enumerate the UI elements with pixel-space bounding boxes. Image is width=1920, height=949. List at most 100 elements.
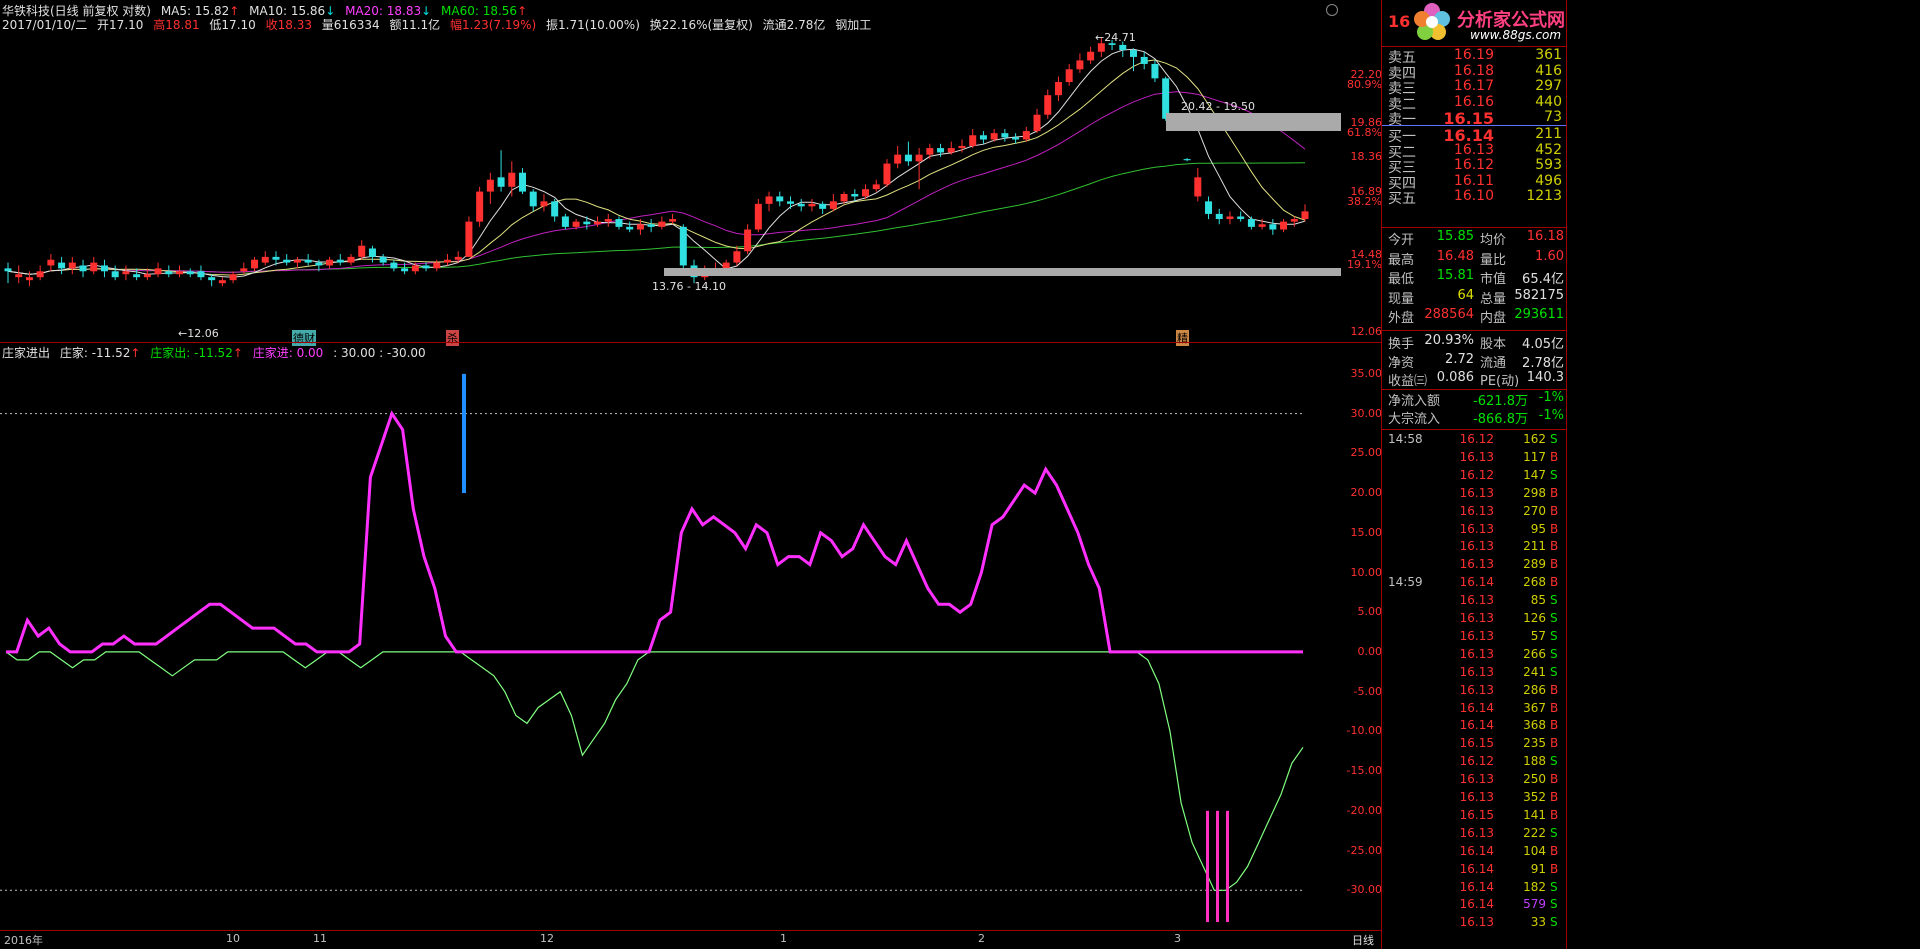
tick-direction: B bbox=[1550, 575, 1559, 590]
tick-row: 16.12 147 S bbox=[1382, 468, 1566, 484]
candle-body bbox=[36, 271, 44, 278]
candle-body bbox=[304, 259, 312, 263]
tick-direction: S bbox=[1550, 754, 1558, 769]
candle-body bbox=[100, 265, 108, 272]
tick-list[interactable]: 14:58 16.12 162 S 16.13 117 B 16.12 147 S 16.13 298… bbox=[1382, 432, 1566, 947]
tick-volume: 298 bbox=[1523, 485, 1546, 500]
candle-body bbox=[1301, 211, 1309, 220]
tick-direction: B bbox=[1550, 539, 1559, 554]
tick-row: 16.13 270 B bbox=[1382, 504, 1566, 520]
candle-body bbox=[379, 256, 387, 263]
candle-body bbox=[1280, 221, 1288, 230]
date-axis: 2016年 10 11 12 1 2 3 日线 bbox=[0, 932, 1381, 949]
tick-price: 16.14 bbox=[1459, 575, 1494, 590]
tick-direction: S bbox=[1550, 432, 1558, 446]
tick-direction: S bbox=[1550, 611, 1558, 625]
stat-row: 净资 2.72 流通 2.78亿 bbox=[1382, 352, 1566, 372]
tick-row: 16.15 141 B bbox=[1382, 808, 1566, 824]
candle-body bbox=[636, 224, 644, 230]
divider bbox=[1382, 227, 1566, 228]
tick-price: 16.13 bbox=[1459, 825, 1494, 840]
candle-body bbox=[519, 172, 527, 192]
candle-body bbox=[1269, 224, 1277, 230]
indicator-axis-label: 15.00 bbox=[1350, 525, 1383, 539]
candle-body bbox=[1215, 213, 1223, 220]
candle-body bbox=[1054, 82, 1062, 96]
stat-key: 今开 bbox=[1388, 233, 1415, 248]
chart-area[interactable]: 华铁科技(日线 前复权 对数) MA5: 15.82↑ MA10: 15.86↓… bbox=[0, 0, 1383, 949]
tick-direction: B bbox=[1550, 790, 1559, 804]
high-label: 24.71 bbox=[1104, 31, 1136, 44]
stat-row: 外盘 288564 内盘 293611 bbox=[1382, 307, 1566, 327]
candle-body bbox=[819, 203, 827, 209]
tick-direction: B bbox=[1550, 449, 1559, 464]
tag-2[interactable]: 杀 bbox=[446, 330, 459, 346]
tick-direction: B bbox=[1550, 682, 1559, 697]
quote-volume: 452 bbox=[1535, 141, 1562, 158]
tick-price: 16.14 bbox=[1459, 861, 1494, 876]
candlestick-chart bbox=[4, 38, 1309, 287]
tick-volume: 211 bbox=[1523, 539, 1546, 554]
date-m1: 1 bbox=[780, 932, 787, 945]
candle-body bbox=[969, 135, 977, 146]
stat-value: 1.60 bbox=[1535, 248, 1564, 264]
tick-volume: 367 bbox=[1523, 700, 1546, 715]
indicator-axis-label: -5.00 bbox=[1353, 684, 1382, 698]
candle-body bbox=[454, 256, 462, 260]
candle-body bbox=[326, 259, 334, 266]
tick-price: 16.13 bbox=[1459, 790, 1494, 804]
tick-row: 16.15 235 B bbox=[1382, 736, 1566, 752]
candle-body bbox=[1033, 114, 1041, 132]
divider bbox=[1382, 330, 1566, 331]
indicator-axis-label: -25.00 bbox=[1346, 843, 1382, 857]
indicator-axis-label: 0.00 bbox=[1357, 644, 1383, 658]
candle-body bbox=[1290, 219, 1298, 222]
ma10-line bbox=[7, 59, 1306, 276]
quote-row[interactable]: 买五 16.10 1213 bbox=[1382, 188, 1566, 209]
stat-value: 2.78亿 bbox=[1522, 355, 1564, 371]
tick-row: 16.13 266 S bbox=[1382, 647, 1566, 663]
tag-3[interactable]: 精 bbox=[1176, 330, 1189, 346]
candle-body bbox=[797, 203, 805, 207]
tick-price: 16.13 bbox=[1459, 915, 1494, 930]
panel-edge bbox=[1566, 0, 1567, 949]
quote-price: 16.19 bbox=[1453, 47, 1494, 63]
candle-body bbox=[594, 221, 602, 225]
candle-body bbox=[647, 224, 655, 227]
tick-volume: 235 bbox=[1523, 736, 1546, 751]
candle-body bbox=[1129, 50, 1137, 57]
tick-row: 16.13 352 B bbox=[1382, 790, 1566, 806]
price-axis-label: 61.8% bbox=[1347, 126, 1382, 139]
divider bbox=[1382, 429, 1566, 430]
stat-key: 最高 bbox=[1388, 252, 1415, 268]
tick-direction: S bbox=[1550, 646, 1558, 661]
tick-volume: 162 bbox=[1523, 432, 1546, 446]
tick-volume: 104 bbox=[1523, 843, 1546, 858]
stat-key: 换手 bbox=[1388, 337, 1415, 352]
tick-row: 16.14 91 B bbox=[1382, 862, 1566, 878]
quote-volume: 211 bbox=[1535, 126, 1562, 142]
quote-price: 16.16 bbox=[1453, 93, 1494, 110]
tick-volume: 289 bbox=[1523, 557, 1546, 572]
period-label[interactable]: 日线 bbox=[1352, 932, 1374, 948]
tick-price: 16.14 bbox=[1459, 879, 1494, 894]
tick-price: 16.14 bbox=[1459, 718, 1494, 733]
indicator-axis-label: 10.00 bbox=[1350, 565, 1383, 579]
date-axis-line bbox=[0, 930, 1381, 931]
candle-body bbox=[1247, 219, 1255, 227]
candle-body bbox=[476, 191, 484, 222]
stat-key: 外盘 bbox=[1388, 311, 1415, 326]
candle-body bbox=[197, 271, 205, 278]
stat-row: 收益㈢ 0.086 PE(动) 140.3 bbox=[1382, 370, 1566, 390]
stat-row: 今开 15.85 均价 16.18 bbox=[1382, 229, 1566, 249]
tick-row: 16.13 85 S bbox=[1382, 593, 1566, 609]
tick-volume: 266 bbox=[1523, 646, 1546, 661]
candle-body bbox=[368, 248, 376, 257]
pane-separator[interactable] bbox=[0, 342, 1381, 343]
settings-icon[interactable] bbox=[1326, 4, 1338, 16]
candle-body bbox=[25, 277, 33, 281]
candle-body bbox=[872, 184, 880, 190]
candle-body bbox=[733, 251, 741, 263]
quote-volume: 416 bbox=[1535, 62, 1562, 79]
tick-row: 16.14 104 B bbox=[1382, 844, 1566, 860]
